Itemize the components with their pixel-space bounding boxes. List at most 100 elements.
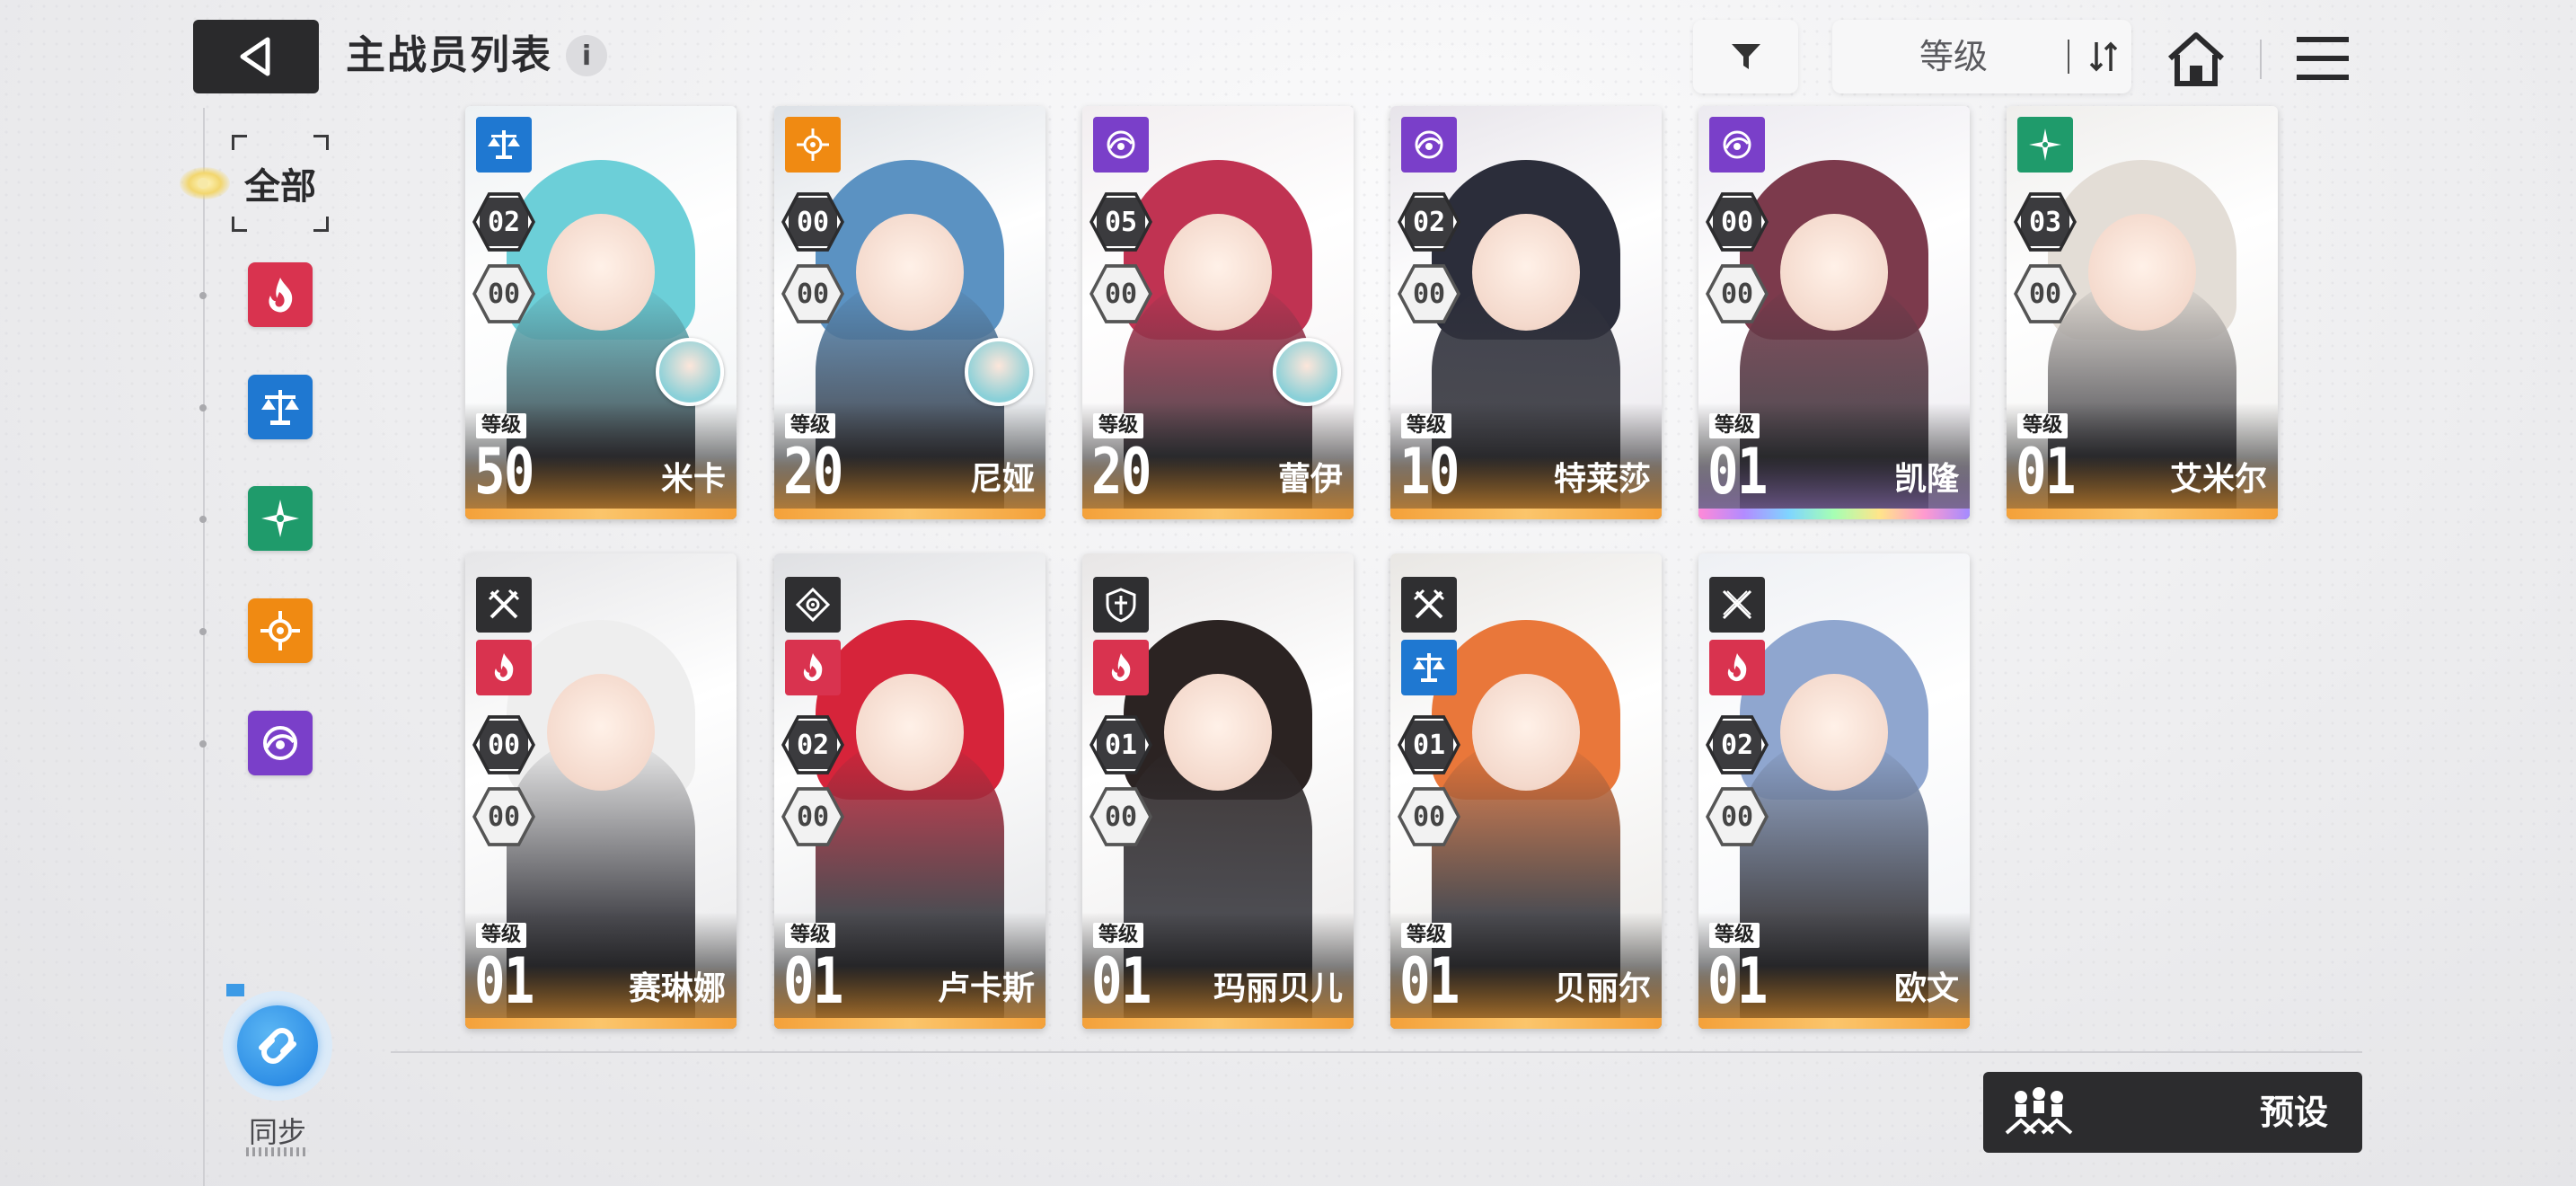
element-badge — [1093, 117, 1149, 173]
grid-divider — [391, 1051, 2362, 1053]
character-face — [856, 674, 964, 791]
rarity-bar — [1082, 509, 1354, 519]
sidebar-tick — [199, 740, 207, 748]
fire-element-icon — [1111, 653, 1131, 682]
filter-void[interactable] — [248, 711, 313, 775]
crew-card[interactable]: 01 00 等级 01 贝丽尔 — [1390, 553, 1662, 1029]
crew-name: 特莱莎 — [1553, 461, 1651, 498]
rarity-bar — [465, 1018, 737, 1029]
menu-icon — [2297, 37, 2349, 80]
crew-name: 贝丽尔 — [1553, 970, 1651, 1007]
companion-avatar — [965, 338, 1033, 406]
companion-avatar — [656, 338, 724, 406]
filter-all-label: 全部 — [244, 166, 316, 208]
filter-button[interactable] — [1693, 20, 1798, 93]
level-value: 10 — [1399, 435, 1460, 509]
sync-button[interactable]: 同步 — [219, 984, 336, 1164]
sidebar-tick — [199, 516, 207, 523]
fire-element-icon — [1727, 653, 1747, 682]
crew-name: 蕾伊 — [1277, 461, 1343, 498]
role-badge — [785, 577, 841, 633]
rarity-bar — [1698, 509, 1970, 519]
filter-fire[interactable] — [248, 262, 313, 327]
void-element-icon — [1107, 130, 1135, 159]
crew-card[interactable]: 03 00 等级 01 艾米尔 — [2007, 106, 2278, 519]
menu-button[interactable] — [2289, 29, 2357, 88]
radiant-element-icon — [260, 611, 300, 651]
crew-card[interactable]: 00 00 等级 01 赛琳娜 — [465, 553, 737, 1029]
character-face — [1164, 214, 1272, 331]
sync-ring — [223, 991, 332, 1101]
sort-order-toggle[interactable] — [2075, 20, 2131, 93]
info-icon[interactable]: i — [566, 35, 607, 76]
character-face — [1472, 674, 1580, 791]
crew-card[interactable]: 02 00 等级 01 欧文 — [1698, 553, 1970, 1029]
filter-wind[interactable] — [248, 486, 313, 551]
home-icon — [2167, 32, 2225, 86]
sync-core — [237, 1005, 318, 1086]
crew-name: 凯隆 — [1893, 461, 1959, 498]
level-value: 01 — [1399, 944, 1460, 1018]
fire-element-icon — [269, 278, 293, 313]
crew-card[interactable]: 02 00 等级 01 卢卡斯 — [774, 553, 1045, 1029]
level-value: 20 — [783, 435, 843, 509]
crew-name: 艾米尔 — [2169, 461, 2267, 498]
crossed-blades-role-icon — [1722, 589, 1752, 620]
balance-element-icon — [488, 130, 520, 159]
crew-card[interactable]: 00 00 等级 01 凯隆 — [1698, 106, 1970, 519]
corner-mark — [232, 135, 247, 150]
wind-element-icon — [261, 500, 299, 537]
sidebar-tick — [199, 628, 207, 635]
back-button[interactable] — [193, 20, 319, 93]
crew-card[interactable]: 01 00 等级 01 玛丽贝儿 — [1082, 553, 1354, 1029]
page-title: 主战员列表 — [346, 32, 552, 78]
rarity-bar — [2007, 509, 2278, 519]
level-value: 01 — [783, 944, 843, 1018]
target-role-icon — [795, 587, 831, 623]
fire-element-icon — [494, 653, 514, 682]
selection-glow-dot — [198, 178, 208, 189]
level-value: 01 — [474, 944, 534, 1018]
rarity-bar — [774, 509, 1045, 519]
character-face — [1780, 674, 1888, 791]
preset-team-icon — [2005, 1087, 2073, 1135]
filter-radiant[interactable] — [248, 598, 313, 663]
rarity-bar — [1390, 509, 1662, 519]
sync-decoration — [246, 1147, 309, 1156]
element-badge — [785, 640, 841, 695]
crew-card[interactable]: 05 00 等级 20 蕾伊 — [1082, 106, 1354, 519]
level-value: 20 — [1091, 435, 1151, 509]
preset-button[interactable]: 预设 — [1983, 1072, 2362, 1153]
home-button[interactable] — [2160, 25, 2232, 93]
back-arrow-icon — [240, 37, 270, 76]
role-badge — [1709, 577, 1765, 633]
sidebar-rail — [203, 108, 205, 1186]
crew-name: 玛丽贝儿 — [1213, 970, 1343, 1007]
sort-label[interactable]: 等级 — [1832, 20, 2075, 93]
crew-card[interactable]: 02 00 等级 10 特莱莎 — [1390, 106, 1662, 519]
sort-selector[interactable]: 等级 — [1832, 20, 2131, 93]
corner-mark — [313, 217, 329, 232]
character-face — [2088, 214, 2196, 331]
element-badge — [476, 640, 532, 695]
sync-link-icon — [259, 1028, 296, 1064]
void-element-icon — [1723, 130, 1751, 159]
filter-funnel-icon — [1731, 44, 1760, 69]
crew-card[interactable]: 02 00 等级 50 米卡 — [465, 106, 737, 519]
filter-balance[interactable] — [248, 375, 313, 439]
filter-all[interactable]: 全部 — [232, 135, 329, 232]
character-face — [856, 214, 964, 331]
character-face — [1780, 214, 1888, 331]
level-value: 01 — [2016, 435, 2076, 509]
void-element-icon — [1415, 130, 1443, 159]
header-separator — [2260, 40, 2262, 79]
sidebar-tick — [199, 292, 207, 299]
shield-role-icon — [1106, 588, 1136, 623]
crew-card[interactable]: 00 00 等级 20 尼娅 — [774, 106, 1045, 519]
crew-name: 米卡 — [660, 461, 726, 498]
element-badge — [1093, 640, 1149, 695]
swords-role-icon — [1413, 589, 1445, 619]
level-value: 01 — [1707, 435, 1768, 509]
sync-flag — [226, 984, 244, 996]
element-badge — [476, 117, 532, 173]
